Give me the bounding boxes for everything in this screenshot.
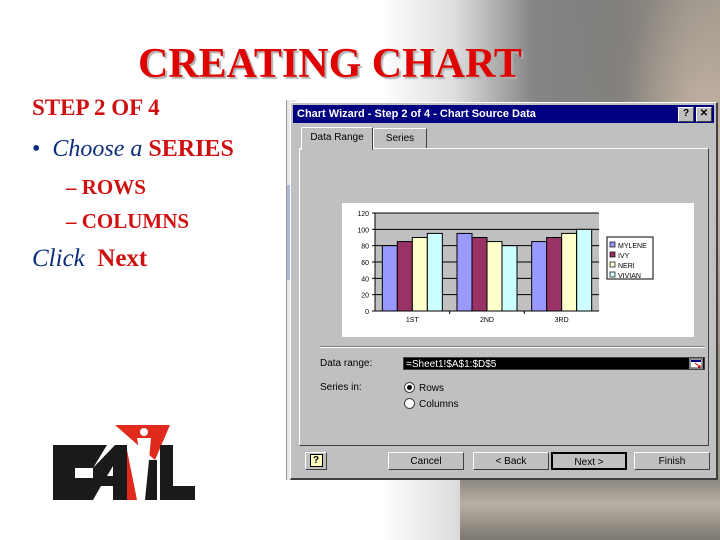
bar-vivian-3rd <box>576 228 593 312</box>
chart-preview: 0 20 40 60 80 100 120 1ST 2ND 3RD MYLENE IVY NERI VIV… <box>342 203 694 337</box>
instruction-prefix: Click <box>32 245 85 272</box>
bullet-marker: • <box>32 136 41 162</box>
chart-svg: 0 20 40 60 80 100 120 1ST 2ND 3RD MYLENE IVY NERI VIV… <box>357 211 654 324</box>
radio-columns[interactable] <box>404 398 415 409</box>
separator <box>320 346 705 348</box>
chart-wizard-dialog: Chart Wizard - Step 2 of 4 - Chart Sourc… <box>290 102 718 480</box>
legend-label-ivy: IVY <box>618 253 630 260</box>
dialog-titlebar[interactable]: Chart Wizard - Step 2 of 4 - Chart Sourc… <box>293 105 714 123</box>
data-range-value: =Sheet1!$A$1:$D$5 <box>406 359 497 370</box>
bar-mylene-1st <box>381 245 398 312</box>
collapse-dialog-icon[interactable] <box>689 358 703 369</box>
data-range-input[interactable]: =Sheet1!$A$1:$D$5 <box>403 357 705 370</box>
bar-ivy-2nd <box>471 237 488 312</box>
step-label: STEP 2 OF 4 <box>32 95 160 120</box>
bar-mylene-3rd <box>531 241 548 312</box>
subitem-columns: – COLUMNS <box>66 209 190 233</box>
bullet-choose-series: • Choose a SERIES <box>32 136 234 163</box>
y-tick-label: 20 <box>361 293 369 300</box>
subitem-rows: – ROWS <box>66 175 146 199</box>
y-tick-label: 40 <box>361 276 369 283</box>
bar-mylene-2nd <box>456 232 473 312</box>
x-tick-label: 3RD <box>555 317 569 324</box>
bar-neri-3rd <box>561 232 578 312</box>
close-icon[interactable]: ✕ <box>696 107 712 122</box>
instruction: Click Next <box>32 245 147 273</box>
back-button[interactable]: < Back <box>473 452 549 470</box>
y-tick-label: 120 <box>357 211 369 218</box>
dialog-title: Chart Wizard - Step 2 of 4 - Chart Sourc… <box>297 108 536 120</box>
y-tick-label: 60 <box>361 260 369 267</box>
x-tick-label: 2ND <box>480 317 494 324</box>
data-range-label: Data range: <box>320 358 373 369</box>
legend-label-mylene: MYLENE <box>618 243 647 250</box>
help-button-icon: ? <box>309 454 323 467</box>
cail-logo <box>45 420 200 510</box>
bar-ivy-3rd <box>546 237 563 312</box>
radio-rows[interactable] <box>404 382 415 393</box>
radio-selected-dot <box>407 385 412 390</box>
instruction-action: Next <box>97 245 148 272</box>
bar-neri-2nd <box>486 241 503 312</box>
y-tick-label: 0 <box>365 309 369 316</box>
legend-label-neri: NERI <box>618 263 635 270</box>
tab-panel: 0 20 40 60 80 100 120 1ST 2ND 3RD MYLENE IVY NERI VIV… <box>299 148 709 446</box>
legend-swatch-neri <box>609 261 616 268</box>
tab-series[interactable]: Series <box>373 128 427 149</box>
bullet-emphasis: SERIES <box>148 136 234 162</box>
y-tick-label: 100 <box>357 227 369 234</box>
bar-vivian-1st <box>426 232 443 312</box>
next-button[interactable]: Next > <box>551 452 627 470</box>
bullet-text: Choose a <box>52 136 149 162</box>
slide-title: CREATING CHART <box>138 41 522 87</box>
finish-button[interactable]: Finish <box>634 452 710 470</box>
tab-data-range[interactable]: Data Range <box>301 127 373 150</box>
bar-ivy-1st <box>396 241 413 312</box>
legend-label-vivian: VIVIAN <box>618 273 641 280</box>
bar-vivian-2nd <box>501 245 518 312</box>
help-icon[interactable]: ? <box>678 107 694 122</box>
series-in-label: Series in: <box>320 382 362 393</box>
cancel-button[interactable]: Cancel <box>388 452 464 470</box>
legend-swatch-mylene <box>609 241 616 248</box>
radio-rows-label[interactable]: Rows <box>419 383 444 394</box>
bar-neri-1st <box>411 237 428 312</box>
y-tick-label: 80 <box>361 244 369 251</box>
legend-swatch-ivy <box>609 251 616 258</box>
radio-columns-label[interactable]: Columns <box>419 399 458 410</box>
background-photo-bottom <box>460 480 720 540</box>
help-button[interactable]: ? <box>305 452 327 470</box>
x-tick-label: 1ST <box>406 317 420 324</box>
legend-swatch-vivian <box>609 271 616 278</box>
